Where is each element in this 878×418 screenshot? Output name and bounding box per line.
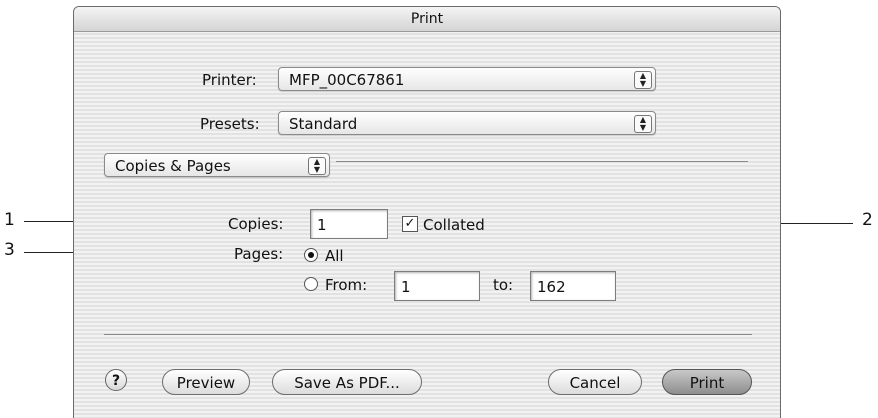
pages-from-label: From: xyxy=(325,276,368,294)
pages-all-radio[interactable] xyxy=(304,248,318,262)
section-divider xyxy=(336,161,748,162)
copies-field[interactable]: 1 xyxy=(310,209,388,239)
print-dialog: Print Printer: MFP_00C67861 ▲ ▼ Presets: … xyxy=(73,6,781,418)
save-as-pdf-button[interactable]: Save As PDF... xyxy=(272,369,422,395)
cancel-button[interactable]: Cancel xyxy=(548,369,642,395)
presets-popup[interactable]: Standard ▲ ▼ xyxy=(278,111,656,135)
collated-label: Collated xyxy=(423,216,485,234)
pages-to-field[interactable]: 162 xyxy=(530,271,616,301)
pages-all-label: All xyxy=(325,247,344,265)
printer-label: Printer: xyxy=(202,71,257,89)
help-button[interactable]: ? xyxy=(105,369,127,391)
bottom-divider xyxy=(104,334,752,335)
updown-arrows-icon: ▲ ▼ xyxy=(634,115,652,133)
preview-button[interactable]: Preview xyxy=(162,369,250,395)
printer-value: MFP_00C67861 xyxy=(289,71,405,89)
print-button[interactable]: Print xyxy=(662,369,752,395)
collated-checkbox[interactable]: ✓ xyxy=(402,216,418,232)
panel-value: Copies & Pages xyxy=(115,157,231,175)
pages-label: Pages: xyxy=(234,245,284,263)
presets-label: Presets: xyxy=(200,115,260,133)
pages-from-field[interactable]: 1 xyxy=(394,271,480,301)
callout-1: 1 xyxy=(4,210,15,230)
pages-from-radio[interactable] xyxy=(304,277,318,291)
presets-value: Standard xyxy=(289,115,358,133)
updown-arrows-icon: ▲ ▼ xyxy=(308,157,326,175)
printer-popup[interactable]: MFP_00C67861 ▲ ▼ xyxy=(278,67,656,91)
panel-popup[interactable]: Copies & Pages ▲ ▼ xyxy=(104,153,330,177)
pages-to-label: to: xyxy=(493,276,514,294)
callout-3: 3 xyxy=(4,240,15,260)
copies-label: Copies: xyxy=(228,215,284,233)
updown-arrows-icon: ▲ ▼ xyxy=(634,71,652,89)
callout-2: 2 xyxy=(862,210,873,230)
window-title: Print xyxy=(74,7,780,32)
